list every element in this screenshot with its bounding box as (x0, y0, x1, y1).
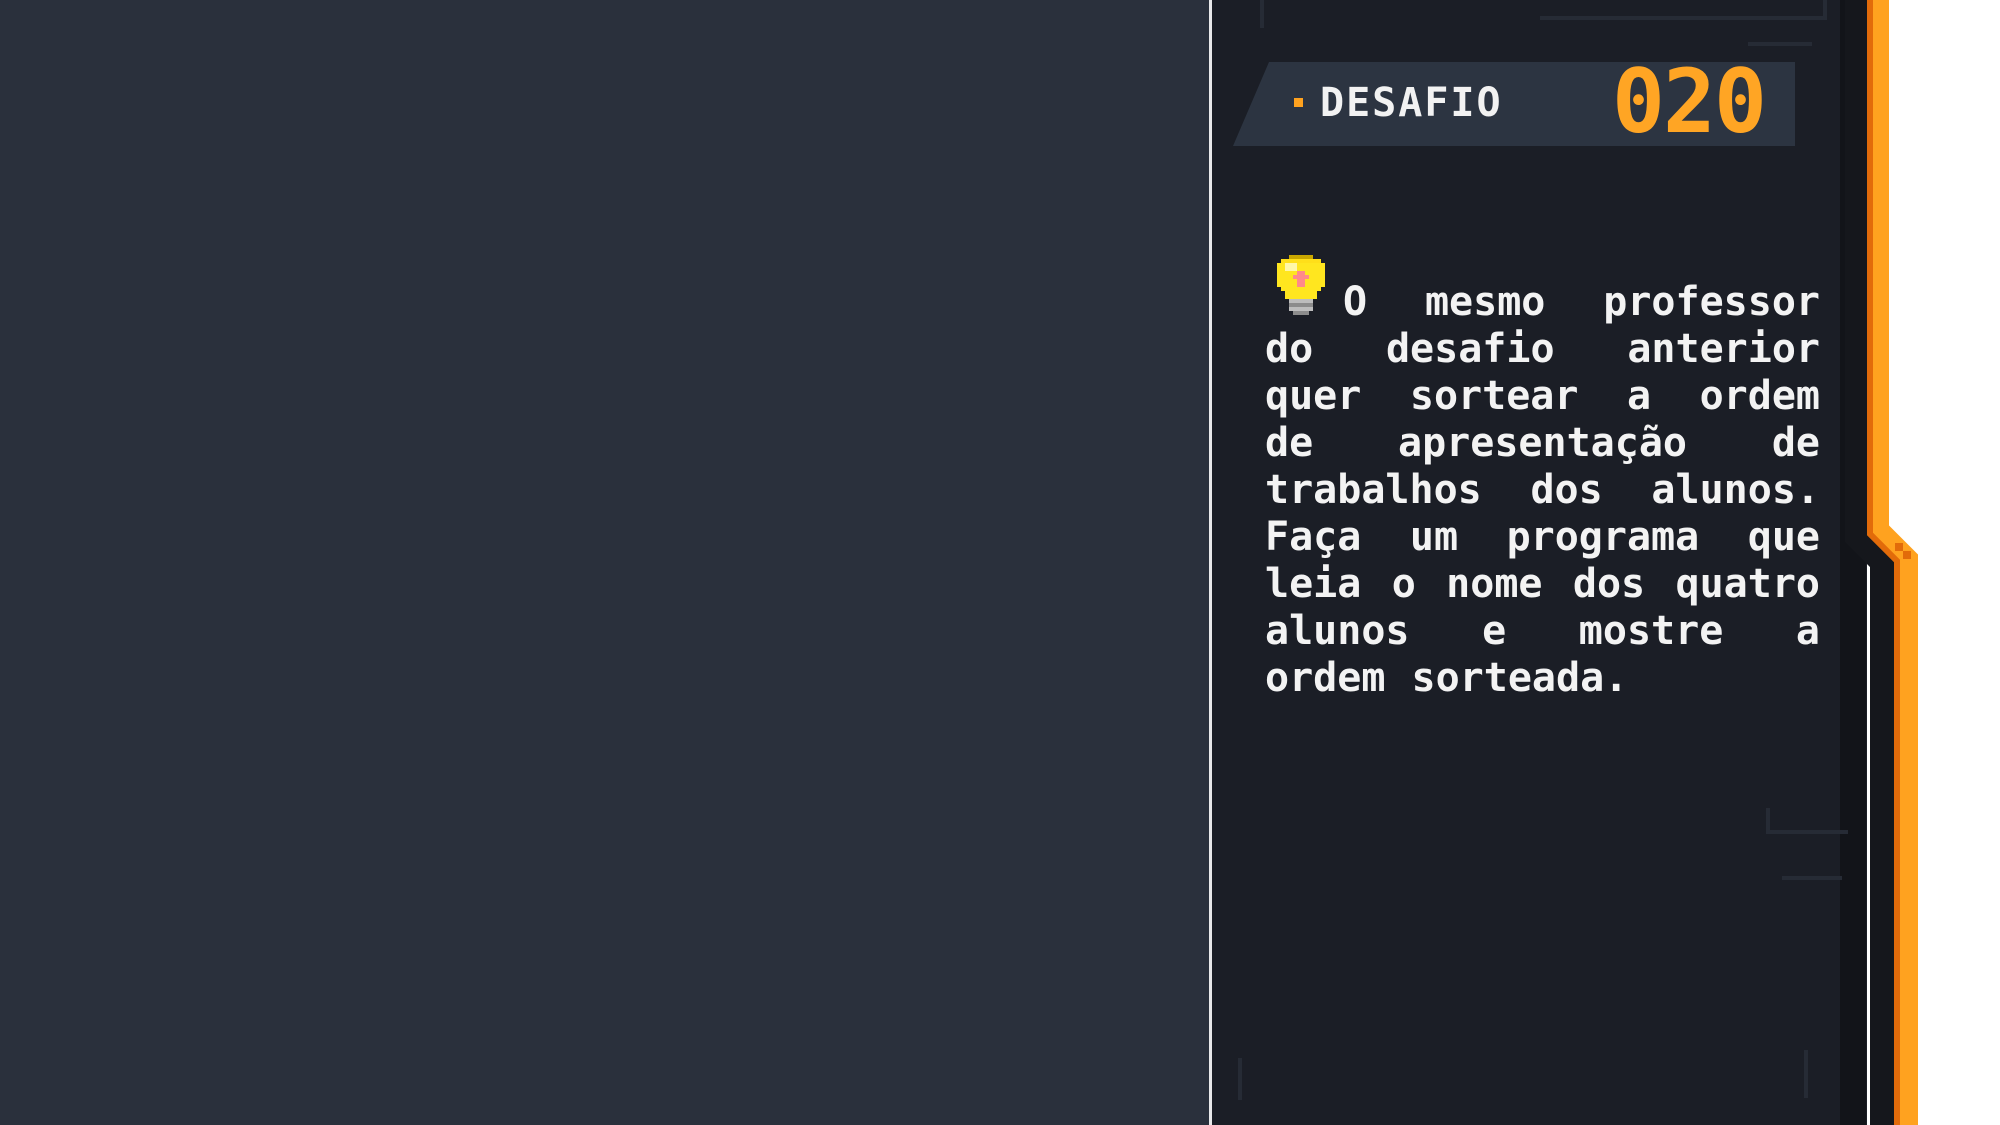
screen: DESAFIO 020 O mesmo professor do desafio… (0, 0, 2000, 1125)
challenge-number: 020 (1612, 50, 1767, 153)
challenge-label: DESAFIO (1320, 80, 1503, 126)
challenge-description: O mesmo professor do desafio anterior qu… (1265, 279, 1820, 701)
header-bullet (1294, 98, 1303, 107)
